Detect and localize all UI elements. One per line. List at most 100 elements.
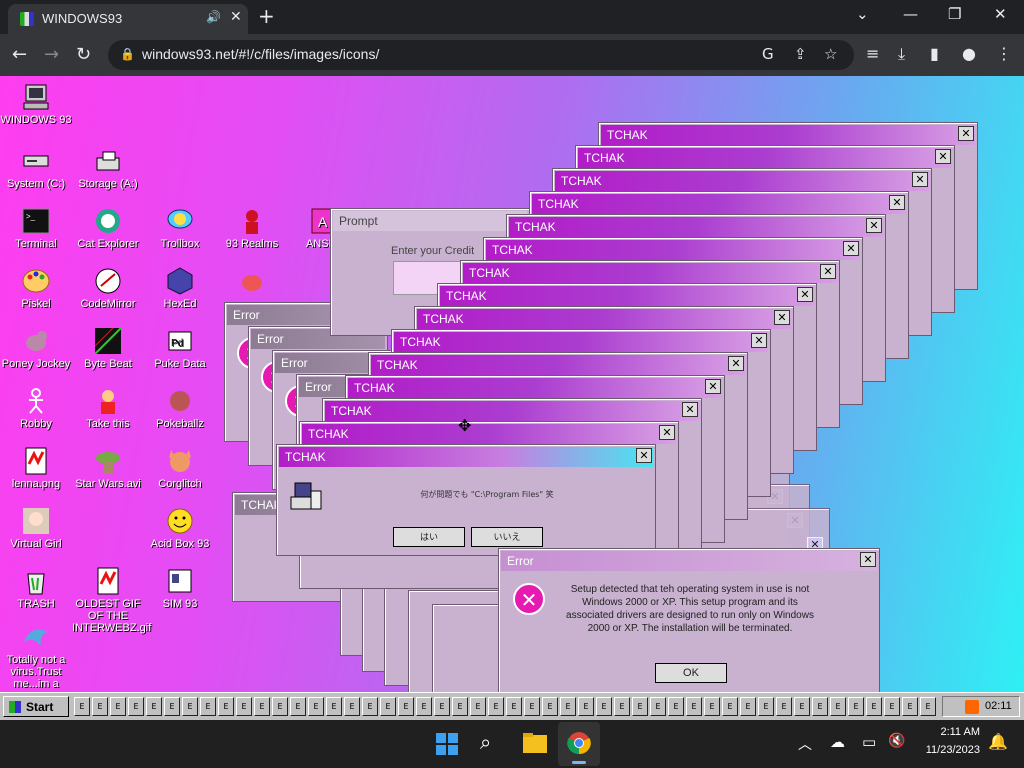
desktop-icon-codemirror[interactable]: CodeMirror <box>72 266 144 310</box>
close-icon[interactable]: ✕ <box>889 195 905 210</box>
close-icon[interactable]: ✕ <box>820 264 836 279</box>
taskbar-window-button[interactable]: E <box>668 697 684 716</box>
chevron-up-icon[interactable]: ︿ <box>798 734 812 754</box>
rss-icon[interactable] <box>965 700 979 714</box>
new-tab-button[interactable]: + <box>258 4 275 28</box>
window-titlebar[interactable]: TCHAK <box>555 171 929 191</box>
taskbar-window-button[interactable]: E <box>740 697 756 716</box>
os-clock-date[interactable]: 11/23/2023 <box>916 744 980 756</box>
taskbar-window-button[interactable]: E <box>776 697 792 716</box>
tab-search-icon[interactable]: ⌄ <box>856 5 869 23</box>
window-titlebar[interactable]: TCHAK <box>486 240 860 260</box>
window-titlebar[interactable]: Error <box>501 551 877 571</box>
close-window-button[interactable]: ✕ <box>994 5 1007 23</box>
media-control-icon[interactable]: ≡ <box>866 44 879 63</box>
address-bar[interactable]: 🔒 windows93.net/#!/c/files/images/icons/… <box>108 40 854 70</box>
close-icon[interactable]: ✕ <box>935 149 951 164</box>
menu-icon[interactable]: ⋮ <box>996 44 1012 63</box>
display-icon[interactable]: ▭ <box>862 733 876 751</box>
notification-bell-icon[interactable]: 🔔 <box>988 732 1008 751</box>
no-button[interactable]: いいえ <box>471 527 543 547</box>
taskbar-window-button[interactable]: E <box>560 697 576 716</box>
chrome-taskbar-item[interactable] <box>558 722 600 766</box>
window-titlebar[interactable]: TCHAK <box>417 309 791 329</box>
close-icon[interactable]: ✕ <box>860 552 876 567</box>
desktop-icon-corglitch[interactable]: Corglitch <box>144 446 216 490</box>
taskbar-window-button[interactable]: E <box>416 697 432 716</box>
restore-button[interactable]: ❐ <box>948 5 961 23</box>
taskbar-window-button[interactable]: E <box>920 697 936 716</box>
side-panel-icon[interactable]: ▮ <box>930 44 939 63</box>
desktop-icon-trollbox[interactable]: Trollbox <box>144 206 216 250</box>
taskbar-window-button[interactable]: E <box>830 697 846 716</box>
taskbar-window-button[interactable]: E <box>380 697 396 716</box>
taskbar-window-button[interactable]: E <box>92 697 108 716</box>
window-titlebar[interactable]: TCHAK <box>394 332 768 352</box>
desktop-icon-acid-box[interactable]: Acid Box 93 <box>144 506 216 550</box>
window-titlebar[interactable]: TCHAK <box>532 194 906 214</box>
setup-error-dialog[interactable]: Error ✕ ✕ Setup detected that teh operat… <box>498 548 880 692</box>
window-titlebar[interactable]: TCHAK <box>348 378 722 398</box>
close-icon[interactable]: ✕ <box>636 448 652 463</box>
desktop-icon-piskel[interactable]: Piskel <box>0 266 72 310</box>
taskbar-window-button[interactable]: E <box>614 697 630 716</box>
taskbar-window-button[interactable]: E <box>794 697 810 716</box>
desktop-icon-byte-beat[interactable]: Byte Beat <box>72 326 144 370</box>
window-titlebar[interactable]: TCHAK <box>578 148 952 168</box>
window-titlebar[interactable]: TCHAK <box>463 263 837 283</box>
desktop-icon-sim93[interactable]: SIM 93 <box>144 566 216 610</box>
taskbar-window-button[interactable]: E <box>236 697 252 716</box>
taskbar-window-button[interactable]: E <box>200 697 216 716</box>
taskbar-window-button[interactable]: E <box>290 697 306 716</box>
taskbar-window-button[interactable]: E <box>506 697 522 716</box>
taskbar-window-button[interactable]: E <box>542 697 558 716</box>
taskbar-window-button[interactable]: E <box>164 697 180 716</box>
taskbar-window-button[interactable]: E <box>146 697 162 716</box>
taskbar-window-button[interactable]: E <box>128 697 144 716</box>
taskbar-window-button[interactable]: E <box>218 697 234 716</box>
taskbar-window-button[interactable]: E <box>884 697 900 716</box>
window-titlebar[interactable]: TCHAK <box>509 217 883 237</box>
taskbar-window-button[interactable]: E <box>272 697 288 716</box>
bookmark-star-icon[interactable]: ☆ <box>824 45 837 63</box>
browser-tab[interactable]: WINDOWS93 🔊 ✕ <box>8 4 248 34</box>
desktop-icon-pokeballz[interactable]: Pokeballz <box>144 386 216 430</box>
url-text[interactable]: windows93.net/#!/c/files/images/icons/ <box>142 46 379 62</box>
reload-button[interactable]: ↻ <box>76 44 91 65</box>
desktop-icon-windows93[interactable]: WINDOWS 93 <box>0 82 72 126</box>
yes-button[interactable]: はい <box>393 527 465 547</box>
window-titlebar[interactable]: TCHAK <box>440 286 814 306</box>
taskbar-window-button[interactable]: E <box>866 697 882 716</box>
tab-close-icon[interactable]: ✕ <box>230 9 242 25</box>
desktop-icon-93realms[interactable]: 93 Realms <box>216 206 288 250</box>
desktop-icon-teapot[interactable] <box>216 266 288 298</box>
taskbar-window-button[interactable]: E <box>470 697 486 716</box>
audio-icon[interactable]: 🔊 <box>206 10 221 24</box>
os-clock-time[interactable]: 2:11 AM <box>916 726 980 738</box>
close-icon[interactable]: ✕ <box>659 425 675 440</box>
close-icon[interactable]: ✕ <box>774 310 790 325</box>
forward-button[interactable]: → <box>44 44 59 65</box>
taskbar-window-button[interactable]: E <box>308 697 324 716</box>
taskbar-window-button[interactable]: E <box>398 697 414 716</box>
close-icon[interactable]: ✕ <box>958 126 974 141</box>
close-icon[interactable]: ✕ <box>843 241 859 256</box>
window-titlebar[interactable]: TCHAK <box>325 401 699 421</box>
taskbar-window-button[interactable]: E <box>902 697 918 716</box>
taskbar-window-button[interactable]: E <box>488 697 504 716</box>
desktop-icon-lenna[interactable]: lenna.png <box>0 446 72 490</box>
lock-icon[interactable]: 🔒 <box>120 47 135 61</box>
window-titlebar[interactable]: Prompt <box>333 211 527 231</box>
share-icon[interactable]: ⇪ <box>794 45 807 63</box>
desktop-icon-terminal[interactable]: >_ Terminal <box>0 206 72 250</box>
desktop-icon-poney-jockey[interactable]: Poney Jockey <box>0 326 72 370</box>
google-icon[interactable]: G <box>762 45 774 63</box>
window-titlebar[interactable]: TCHAK <box>279 447 653 467</box>
taskbar-window-button[interactable]: E <box>362 697 378 716</box>
taskbar-window-button[interactable]: E <box>524 697 540 716</box>
taskbar-window-button[interactable]: E <box>848 697 864 716</box>
minimize-button[interactable]: — <box>903 5 918 23</box>
taskbar-window-button[interactable]: E <box>452 697 468 716</box>
ok-button[interactable]: OK <box>655 663 727 683</box>
desktop-icon-robby[interactable]: Robby <box>0 386 72 430</box>
